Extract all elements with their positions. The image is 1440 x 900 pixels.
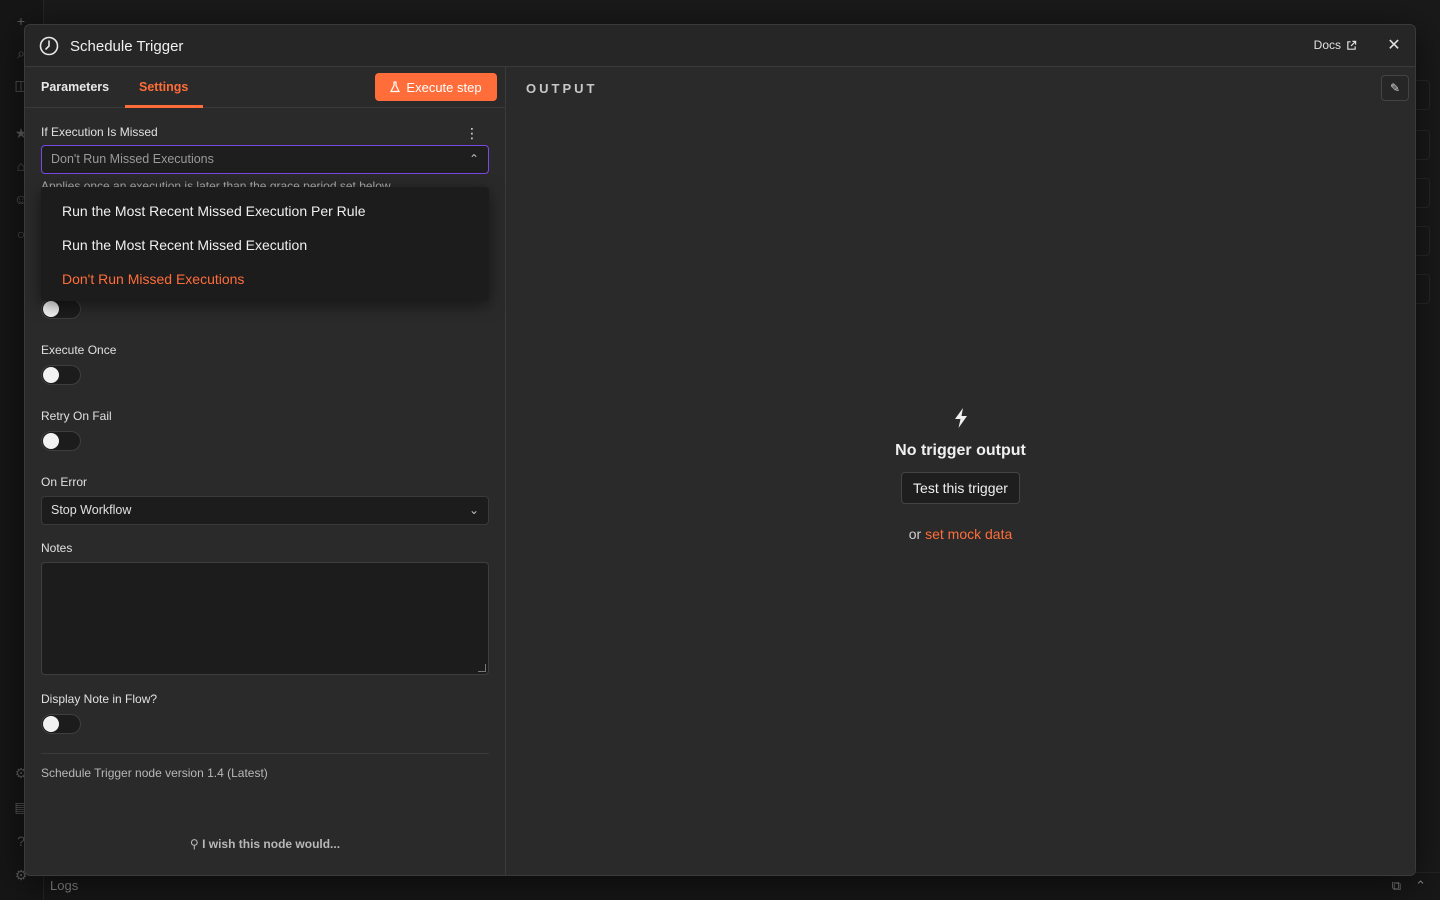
- logs-bar[interactable]: Logs ⧉ ⌃: [44, 872, 1440, 900]
- execute-once-label: Execute Once: [41, 343, 117, 357]
- missed-execution-select[interactable]: Don't Run Missed Executions ⌃: [41, 145, 489, 174]
- bg-canvas-control: [1414, 130, 1430, 160]
- toggle-knob: [43, 716, 59, 732]
- bolt-icon: [954, 408, 967, 428]
- flask-icon: [390, 81, 401, 93]
- close-icon[interactable]: ✕: [1385, 36, 1403, 54]
- settings-panel: Parameters Settings Execute step If Exec…: [25, 67, 506, 875]
- bg-canvas-control: [1414, 178, 1430, 208]
- active-tab-indicator: [125, 105, 203, 108]
- output-panel: OUTPUT ✎ No trigger output Test this tri…: [506, 67, 1415, 875]
- lightbulb-icon: ⚲: [189, 837, 199, 851]
- external-link-icon: [1347, 40, 1357, 50]
- resize-handle[interactable]: [478, 664, 486, 672]
- on-error-select[interactable]: Stop Workflow ⌄: [41, 496, 489, 525]
- set-mock-data-link[interactable]: set mock data: [925, 526, 1012, 542]
- docs-link[interactable]: Docs: [1314, 38, 1357, 52]
- tab-parameters[interactable]: Parameters: [41, 80, 109, 94]
- toggle-knob: [43, 301, 59, 317]
- missed-execution-value: Don't Run Missed Executions: [51, 152, 214, 166]
- empty-output-title: No trigger output: [895, 442, 1026, 459]
- dropdown-option[interactable]: Run the Most Recent Missed Execution Per…: [41, 195, 489, 229]
- bg-canvas-control: [1414, 226, 1430, 256]
- dropdown-option-selected[interactable]: Don't Run Missed Executions: [41, 263, 489, 297]
- feedback-label: I wish this node would...: [202, 837, 341, 851]
- empty-output-state: No trigger output Test this trigger or s…: [506, 407, 1415, 542]
- execute-once-toggle[interactable]: [41, 365, 81, 385]
- divider: [41, 753, 489, 754]
- toggle-knob: [43, 367, 59, 383]
- on-error-label: On Error: [41, 475, 88, 489]
- retry-on-fail-label: Retry On Fail: [41, 409, 112, 423]
- missed-execution-hint: Applies once an execution is later than …: [41, 179, 391, 187]
- on-error-value: Stop Workflow: [51, 503, 132, 517]
- mock-data-line: or set mock data: [506, 526, 1415, 542]
- modal-header: Schedule Trigger Docs ✕: [25, 25, 1415, 67]
- execute-step-button[interactable]: Execute step: [375, 73, 497, 101]
- execute-step-label: Execute step: [406, 79, 482, 95]
- missed-execution-dropdown: Run the Most Recent Missed Execution Per…: [41, 187, 489, 301]
- docs-label: Docs: [1313, 38, 1341, 52]
- node-settings-modal: Schedule Trigger Docs ✕ Parameters Setti…: [24, 24, 1416, 876]
- chevron-down-icon: ⌄: [468, 503, 479, 517]
- tab-settings[interactable]: Settings: [139, 80, 188, 94]
- toggle-knob: [43, 433, 59, 449]
- feedback-link[interactable]: ⚲ I wish this node would...: [25, 837, 505, 851]
- display-note-label: Display Note in Flow?: [41, 692, 158, 706]
- test-trigger-button[interactable]: Test this trigger: [901, 472, 1020, 504]
- dropdown-option[interactable]: Run the Most Recent Missed Execution: [41, 229, 489, 263]
- chevron-up-icon: ⌃: [468, 152, 479, 166]
- node-version-text: Schedule Trigger node version 1.4 (Lates…: [41, 766, 268, 780]
- bg-canvas-control: [1414, 274, 1430, 304]
- notes-textarea[interactable]: [41, 562, 489, 675]
- logs-label: Logs: [50, 878, 79, 893]
- output-heading: OUTPUT: [526, 81, 598, 96]
- chevron-up-icon[interactable]: ⌃: [1415, 878, 1426, 894]
- popout-icon[interactable]: ⧉: [1392, 878, 1401, 894]
- or-text: or: [908, 526, 922, 542]
- clock-icon: [39, 36, 59, 56]
- tab-bar: Parameters Settings Execute step: [25, 67, 505, 108]
- notes-label: Notes: [41, 541, 73, 555]
- missed-execution-label: If Execution Is Missed: [41, 125, 158, 139]
- bg-canvas-control: [1414, 80, 1430, 110]
- display-note-toggle[interactable]: [41, 714, 81, 734]
- hidden-setting-toggle[interactable]: [41, 299, 81, 319]
- retry-on-fail-toggle[interactable]: [41, 431, 81, 451]
- modal-title: Schedule Trigger: [70, 38, 184, 55]
- pencil-icon[interactable]: ✎: [1381, 75, 1409, 101]
- more-options-icon[interactable]: ⋮: [465, 125, 479, 142]
